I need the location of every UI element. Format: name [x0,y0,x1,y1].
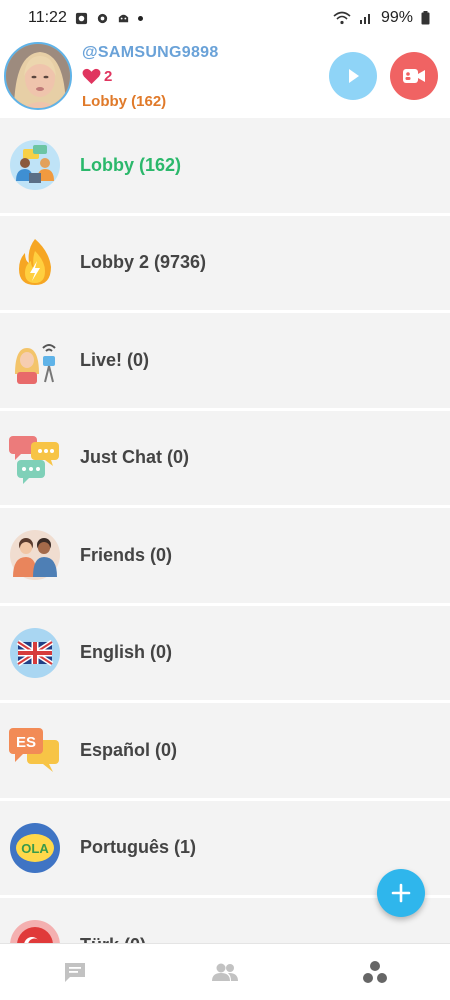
plus-icon [391,883,411,903]
lobby-people-icon [10,140,60,191]
room-label: Live! (0) [80,349,150,370]
status-time: 11:22 [28,9,67,26]
live-streamer-icon [15,344,56,385]
chat-icon [65,963,85,982]
battery-percent: 99% [380,9,413,26]
room-item-friends[interactable]: Friends (0) [0,508,450,606]
more-notifications-dot [137,15,143,21]
svg-text:ES: ES [16,734,36,751]
tab-people[interactable] [150,944,300,1000]
username[interactable]: @SAMSUNG9898 [82,44,219,62]
ola-bubble-icon: OLA [10,822,60,873]
current-room: Lobby (162) [82,93,167,110]
room-item-espanol[interactable]: ES Español (0) [0,703,450,801]
uk-flag-icon [10,627,60,678]
room-label: Lobby (162) [80,154,182,175]
tab-chat[interactable] [0,944,150,1000]
video-camera-icon [403,69,425,83]
friends-icon [10,530,60,581]
chat-bubbles-icon [9,435,59,484]
add-room-button[interactable] [377,869,425,917]
room-label: Just Chat (0) [80,447,190,468]
bottom-nav [0,943,450,1000]
room-item-just-chat[interactable]: Just Chat (0) [0,410,450,508]
android-icon [118,14,129,22]
settings-icon [97,13,108,23]
room-label: Español (0) [80,739,178,760]
room-list[interactable]: Lobby (162) Lobby 2 (9736) Live! (0) Jus… [0,118,450,943]
heart-icon [82,68,101,85]
signal-icon [359,14,370,24]
battery-icon [421,11,430,25]
svg-text:OLA: OLA [21,841,49,856]
status-bar: 11:22 99% [0,0,450,36]
turkey-flag-icon [10,920,60,943]
fire-icon [19,238,51,285]
people-icon [212,963,238,981]
room-label: Lobby 2 (9736) [80,252,207,273]
room-item-lobby[interactable]: Lobby (162) [0,118,450,216]
room-label: Friends (0) [80,544,173,565]
rooms-icon [363,961,387,983]
es-bubble-icon: ES [9,728,59,773]
play-icon [349,69,359,83]
wifi-icon [333,11,351,25]
room-label: English (0) [80,642,173,663]
play-button[interactable] [329,52,377,100]
room-item-english[interactable]: English (0) [0,605,450,703]
room-label: Türk (0) [80,935,146,943]
profile-header: @SAMSUNG9898 2 Lobby (162) [0,36,450,118]
likes-value: 2 [104,68,113,85]
tab-rooms[interactable] [300,944,450,1000]
likes-count: 2 [82,68,112,85]
avatar[interactable] [4,42,72,110]
room-item-lobby-2[interactable]: Lobby 2 (9736) [0,215,450,313]
video-call-button[interactable] [390,52,438,100]
notification-icon [75,12,87,24]
room-label: Português (1) [80,837,197,858]
room-item-live[interactable]: Live! (0) [0,313,450,411]
